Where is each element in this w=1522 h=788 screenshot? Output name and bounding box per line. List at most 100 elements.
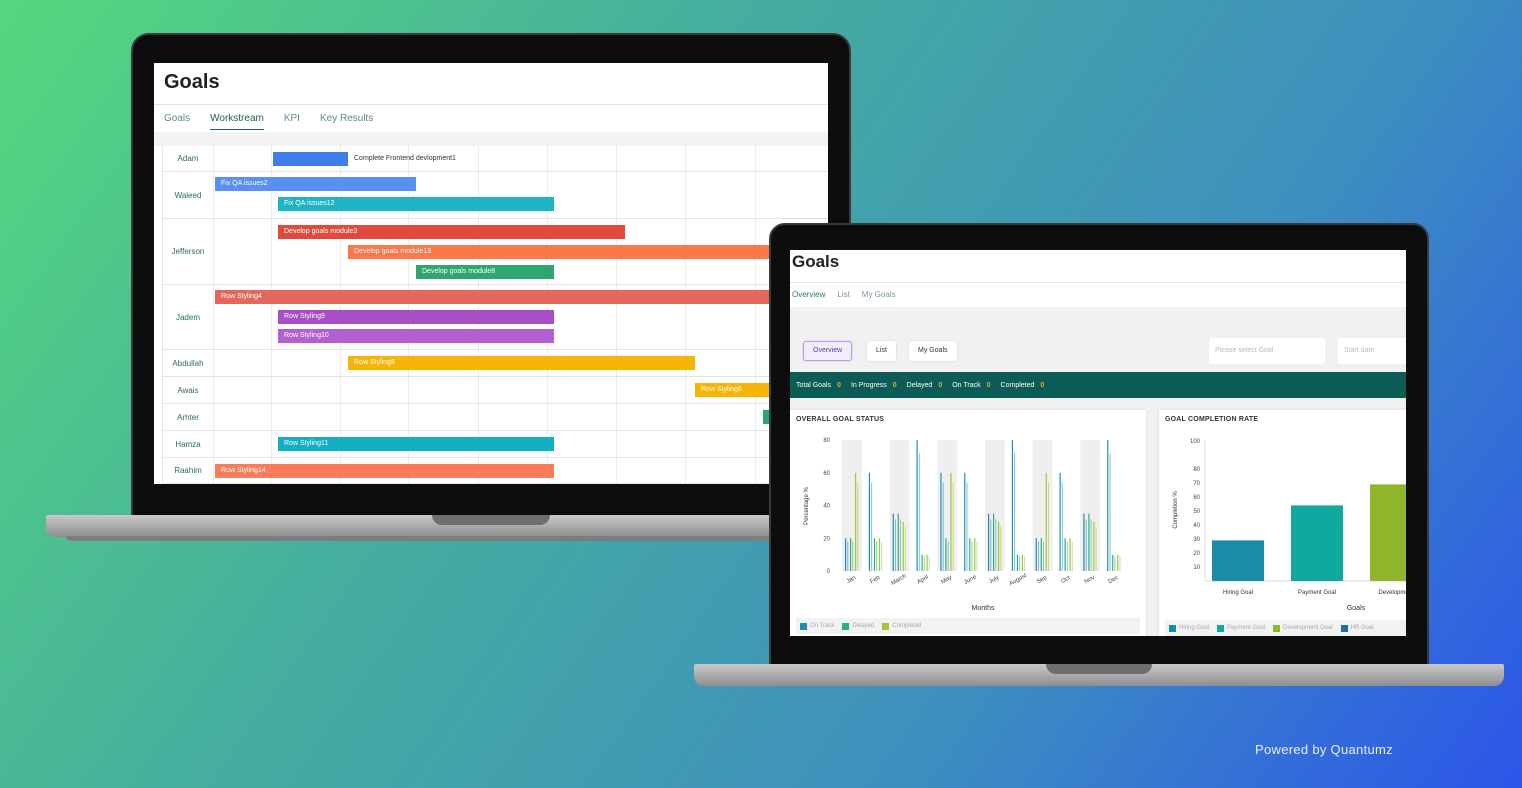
tab-list[interactable]: List [837,290,849,299]
month-band [937,440,958,571]
divider [154,104,828,105]
x-tick-label: Dec [1107,575,1119,586]
my-goals-button[interactable]: My Goals [909,341,957,361]
bar-delayed [1090,519,1092,571]
bar-completed [976,541,978,571]
tab-workstream[interactable]: Workstream [210,113,264,130]
bar-completed [1000,526,1002,571]
chart-legend: Hiring Goal Payment Goal Development Goal H… [1165,620,1406,636]
legend-item[interactable]: HR Goal [1340,624,1374,632]
completion-bar [1291,505,1343,581]
list-button[interactable]: List [867,341,896,361]
bar-delayed [1019,556,1021,571]
bar-on-track [894,519,896,571]
x-tick-label: June [963,574,978,586]
bar-delayed [993,513,995,571]
bar-on-track [845,538,847,571]
start-date-input[interactable]: Start date [1338,338,1406,364]
month-band [985,440,1005,571]
x-axis-label: Months [972,605,995,612]
legend-item[interactable]: Delayed [842,622,874,630]
bar-completed [1071,541,1073,571]
tab-kpi[interactable]: KPI [284,113,300,130]
bar-delayed [876,541,878,571]
legend-label: Development Goal [1283,625,1333,631]
gantt-task-bar[interactable]: Row Styling10 [278,329,554,343]
gantt-task-bar[interactable]: Row Styling14 [215,464,554,478]
bar-on-track [1061,482,1063,571]
bar-delayed [969,538,971,571]
y-tick-label: 30 [1193,537,1200,543]
legend-item[interactable]: Hiring Goal [1169,624,1209,632]
legend-item[interactable]: On Track [800,622,835,630]
assignee-name: Arhter [177,412,199,422]
x-tick-label: Payment Goal [1298,590,1336,596]
legend-label: On Track [810,623,835,629]
chart-legend: On Track Delayed Completed [796,618,1140,634]
gantt-task-bar[interactable]: Develop goals module8 [416,265,554,279]
gantt-task-bar[interactable]: Row Styling9 [278,310,554,324]
y-tick-label: 70 [1193,481,1200,487]
bar-on-track [940,472,942,571]
x-tick-label: Nov [1084,575,1096,586]
y-tick-label: 50 [1193,509,1200,515]
bar-delayed [1114,556,1116,571]
bar-delayed [852,541,854,571]
gantt-task-bar[interactable]: Row Styling4 [215,290,775,304]
tab-overview[interactable]: Overview [792,290,825,299]
gantt-task-bar[interactable]: Fix QA issues2 [215,177,416,191]
completion-bar [1370,484,1406,581]
tab-goals[interactable]: Goals [164,113,190,130]
legend-item[interactable]: Completed [882,622,922,630]
bar-completed [950,472,952,571]
bar-delayed [897,513,899,571]
completion-bar [1212,540,1264,581]
tab-key-results[interactable]: Key Results [320,113,373,130]
assignee-name: Abdullah [172,358,204,368]
bar-on-track [990,519,992,571]
bar-completed [1093,521,1095,571]
x-tick-label: Sep [1036,575,1049,586]
goals-tabs: Goals Workstream KPI Key Results [164,113,373,130]
bar-on-track [918,453,920,571]
bar-completed [1119,556,1121,571]
bar-delayed [1088,513,1090,571]
bar-completed [998,521,1000,571]
gantt-task-bar[interactable]: Develop goals module13 [348,245,788,259]
goal-select[interactable]: Please select Goal [1209,338,1325,364]
y-tick-label: 20 [1193,551,1200,557]
bar-completed [1045,472,1047,571]
gantt-task-bar[interactable]: Fix QA issues12 [278,197,554,211]
bar-delayed [921,554,923,571]
gantt-row: Jefferson Develop goals module3 Develop go… [163,219,828,285]
goal-completion-rate-chart: 10 20 30 40 50 60 70 80 100 Hiring Goal Payment Go… [1173,439,1406,612]
gantt-task-bar[interactable] [273,152,348,166]
gantt-task-bar[interactable]: Row Styling6 [695,383,775,397]
bar-on-track [1037,541,1039,571]
bar-on-track [868,472,871,571]
y-tick-label: 0 [827,569,831,575]
bar-completed [857,482,859,571]
y-tick-label: 10 [1193,565,1200,571]
y-tick-label: 60 [823,471,830,477]
laptop-left-base-shadow [66,536,826,541]
x-tick-label: March [890,573,907,587]
gantt-row: Awais Row Styling6 [163,377,828,404]
legend-item[interactable]: Development Goal [1273,624,1333,632]
y-tick-label: 20 [823,536,830,542]
x-tick-label: May [940,575,953,586]
laptop-left-notch [432,515,550,525]
bar-delayed [947,541,949,571]
bar-completed [1047,482,1049,571]
overview-button[interactable]: Overview [803,341,853,361]
x-tick-label: August [1009,573,1028,588]
gantt-task-bar[interactable]: Row Styling5 [348,356,695,370]
tab-my-goals[interactable]: My Goals [862,290,896,299]
assignee-name: Adam [177,154,199,163]
gantt-task-bar[interactable]: Row Styling11 [278,437,554,451]
legend-item[interactable]: Payment Goal [1217,624,1265,632]
bar-delayed [850,538,852,571]
gantt-task-bar[interactable]: Develop goals module3 [278,225,625,239]
bar-completed [1024,556,1026,571]
legend-label: Completed [892,623,922,629]
